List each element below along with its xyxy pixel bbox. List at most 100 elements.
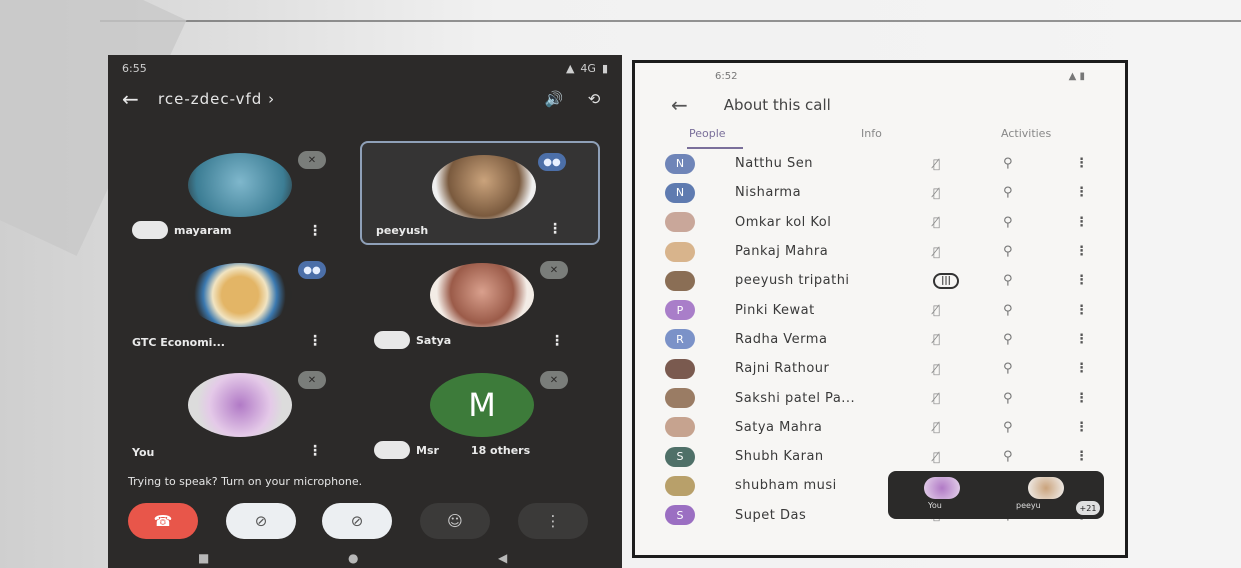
mic-toggle-button[interactable]: ⊘	[322, 503, 392, 539]
more-options-icon[interactable]: ⋮	[1075, 244, 1088, 259]
participant-row[interactable]: Rajni Rathour 🎙̸ ⚲ ⋮	[635, 354, 1125, 383]
pin-icon[interactable]: ⚲	[1003, 420, 1013, 435]
back-arrow-icon[interactable]: ←	[122, 87, 146, 111]
pin-icon[interactable]: ⚲	[1003, 449, 1013, 464]
pin-icon[interactable]: ⚲	[1003, 215, 1013, 230]
mic-muted-icon: 🎙̸	[933, 391, 941, 406]
participant-name: Shubh Karan	[735, 449, 824, 465]
more-options-icon[interactable]: ⋮	[1075, 303, 1088, 318]
avatar	[665, 212, 695, 233]
more-options-icon[interactable]: ⋮	[308, 223, 322, 239]
status-time: 6:55	[122, 61, 147, 75]
avatar: P	[665, 300, 695, 321]
participant-name: Pankaj Mahra	[735, 244, 829, 260]
participant-row[interactable]: peeyush tripathi ||| ⚲ ⋮	[635, 266, 1125, 295]
end-call-button[interactable]: ☎	[128, 503, 198, 539]
status-icons: ▲ ▮	[1068, 70, 1085, 82]
pin-icon[interactable]: ⚲	[1003, 303, 1013, 318]
participant-avatar	[432, 155, 536, 219]
participant-row[interactable]: S Shubh Karan 🎙̸ ⚲ ⋮	[635, 442, 1125, 471]
participant-name: Nisharma	[735, 185, 802, 201]
speaker-icon[interactable]: 🔊	[540, 87, 568, 111]
camera-toggle-button[interactable]: ⊘	[226, 503, 296, 539]
more-options-icon[interactable]: ⋮	[1075, 185, 1088, 200]
avatar	[665, 388, 695, 409]
participant-tile-active[interactable]: ●● peeyush ⋮	[360, 141, 600, 245]
mini-avatar	[132, 221, 168, 239]
avatar: R	[665, 329, 695, 350]
participant-tile[interactable]: ●● GTC Economi... ⋮	[118, 251, 358, 355]
more-options-icon[interactable]: ⋮	[1075, 273, 1088, 288]
more-options-icon[interactable]: ⋮	[550, 333, 564, 349]
emoji-icon: ☺	[447, 512, 463, 530]
more-options-icon[interactable]: ⋮	[1075, 215, 1088, 230]
participant-name-row: peeyush	[376, 224, 428, 237]
pin-icon[interactable]: ⚲	[1003, 273, 1013, 288]
participant-row[interactable]: Sakshi patel Pa... 🎙̸ ⚲ ⋮	[635, 383, 1125, 412]
participant-name: GTC Economi...	[132, 336, 225, 349]
more-options-icon[interactable]: ⋮	[308, 443, 322, 459]
status-time: 6:52	[715, 70, 738, 82]
pin-icon[interactable]: ⚲	[1003, 244, 1013, 259]
avatar: N	[665, 153, 695, 174]
mic-muted-icon: 🎙̸	[933, 361, 941, 376]
participant-name-row: Msr 18 others	[374, 441, 530, 459]
picture-in-picture-preview[interactable]: You peeyu +21	[888, 471, 1104, 519]
tab-activities[interactable]: Activities	[1001, 127, 1051, 140]
participant-row[interactable]: P Pinki Kewat 🎙̸ ⚲ ⋮	[635, 295, 1125, 324]
participant-row[interactable]: Pankaj Mahra 🎙̸ ⚲ ⋮	[635, 237, 1125, 266]
emoji-button[interactable]: ☺	[420, 503, 490, 539]
meeting-code[interactable]: rce-zdec-vfd ›	[158, 90, 528, 108]
participant-name: Rajni Rathour	[735, 361, 830, 377]
pip-self-label: You	[928, 501, 942, 510]
avatar	[665, 358, 695, 379]
back-nav-icon[interactable]: ◀	[498, 551, 507, 565]
pin-icon[interactable]: ⚲	[1003, 332, 1013, 347]
more-options-icon[interactable]: ⋮	[1075, 156, 1088, 171]
avatar	[665, 241, 695, 262]
mic-muted-icon: ✕	[540, 261, 568, 279]
back-arrow-icon[interactable]: ←	[671, 93, 688, 117]
more-options-icon[interactable]: ⋮	[1075, 391, 1088, 406]
mic-muted-icon: ✕	[540, 371, 568, 389]
pin-icon[interactable]: ⚲	[1003, 156, 1013, 171]
participant-row[interactable]: N Nisharma 🎙̸ ⚲ ⋮	[635, 178, 1125, 207]
android-nav-bar: ■ ● ◀	[108, 547, 622, 568]
self-avatar	[188, 373, 292, 437]
participant-tile[interactable]: ✕ Satya ⋮	[360, 251, 600, 355]
switch-camera-icon[interactable]: ⟲	[580, 87, 608, 111]
tab-info[interactable]: Info	[861, 127, 882, 140]
participant-name: peeyush	[376, 224, 429, 237]
more-options-icon[interactable]: ⋮	[1075, 361, 1088, 376]
mic-muted-icon: 🎙̸	[933, 420, 941, 435]
pin-icon[interactable]: ⚲	[1003, 391, 1013, 406]
mic-off-icon: ⊘	[350, 512, 364, 530]
more-options-icon[interactable]: ⋮	[1075, 449, 1088, 464]
tab-people[interactable]: People	[689, 127, 726, 140]
home-icon[interactable]: ●	[348, 551, 358, 565]
status-icons: ▲ 4G ▮	[566, 62, 608, 75]
pin-icon[interactable]: ⚲	[1003, 361, 1013, 376]
participant-name: Msr	[416, 443, 439, 457]
participant-row[interactable]: Omkar kol Kol 🎙̸ ⚲ ⋮	[635, 208, 1125, 237]
participant-row[interactable]: N Natthu Sen 🎙̸ ⚲ ⋮	[635, 149, 1125, 178]
more-options-icon[interactable]: ⋮	[308, 333, 322, 349]
pin-icon[interactable]: ⚲	[1003, 185, 1013, 200]
participant-tile-self[interactable]: ✕ You ⋮	[118, 361, 358, 465]
more-options-button[interactable]: ⋮	[518, 503, 588, 539]
participant-tile[interactable]: ✕ mayaram ⋮	[118, 141, 358, 245]
more-options-icon[interactable]: ⋮	[548, 221, 562, 237]
participant-row[interactable]: Satya Mahra 🎙̸ ⚲ ⋮	[635, 413, 1125, 442]
mic-muted-icon: 🎙̸	[933, 156, 941, 171]
header: ← About this call	[635, 89, 1125, 121]
participant-tile-others[interactable]: M ✕ Msr 18 others	[360, 361, 600, 465]
participant-avatar	[188, 153, 292, 217]
more-options-icon[interactable]: ⋮	[1075, 420, 1088, 435]
speaking-indicator-icon: ●●	[298, 261, 326, 279]
recents-icon[interactable]: ■	[198, 551, 209, 565]
meeting-code-text: rce-zdec-vfd	[158, 90, 263, 108]
mic-muted-icon: 🎙̸	[933, 244, 941, 259]
participant-row[interactable]: R Radha Verma 🎙̸ ⚲ ⋮	[635, 325, 1125, 354]
chevron-right-icon: ›	[268, 90, 276, 108]
more-options-icon[interactable]: ⋮	[1075, 332, 1088, 347]
